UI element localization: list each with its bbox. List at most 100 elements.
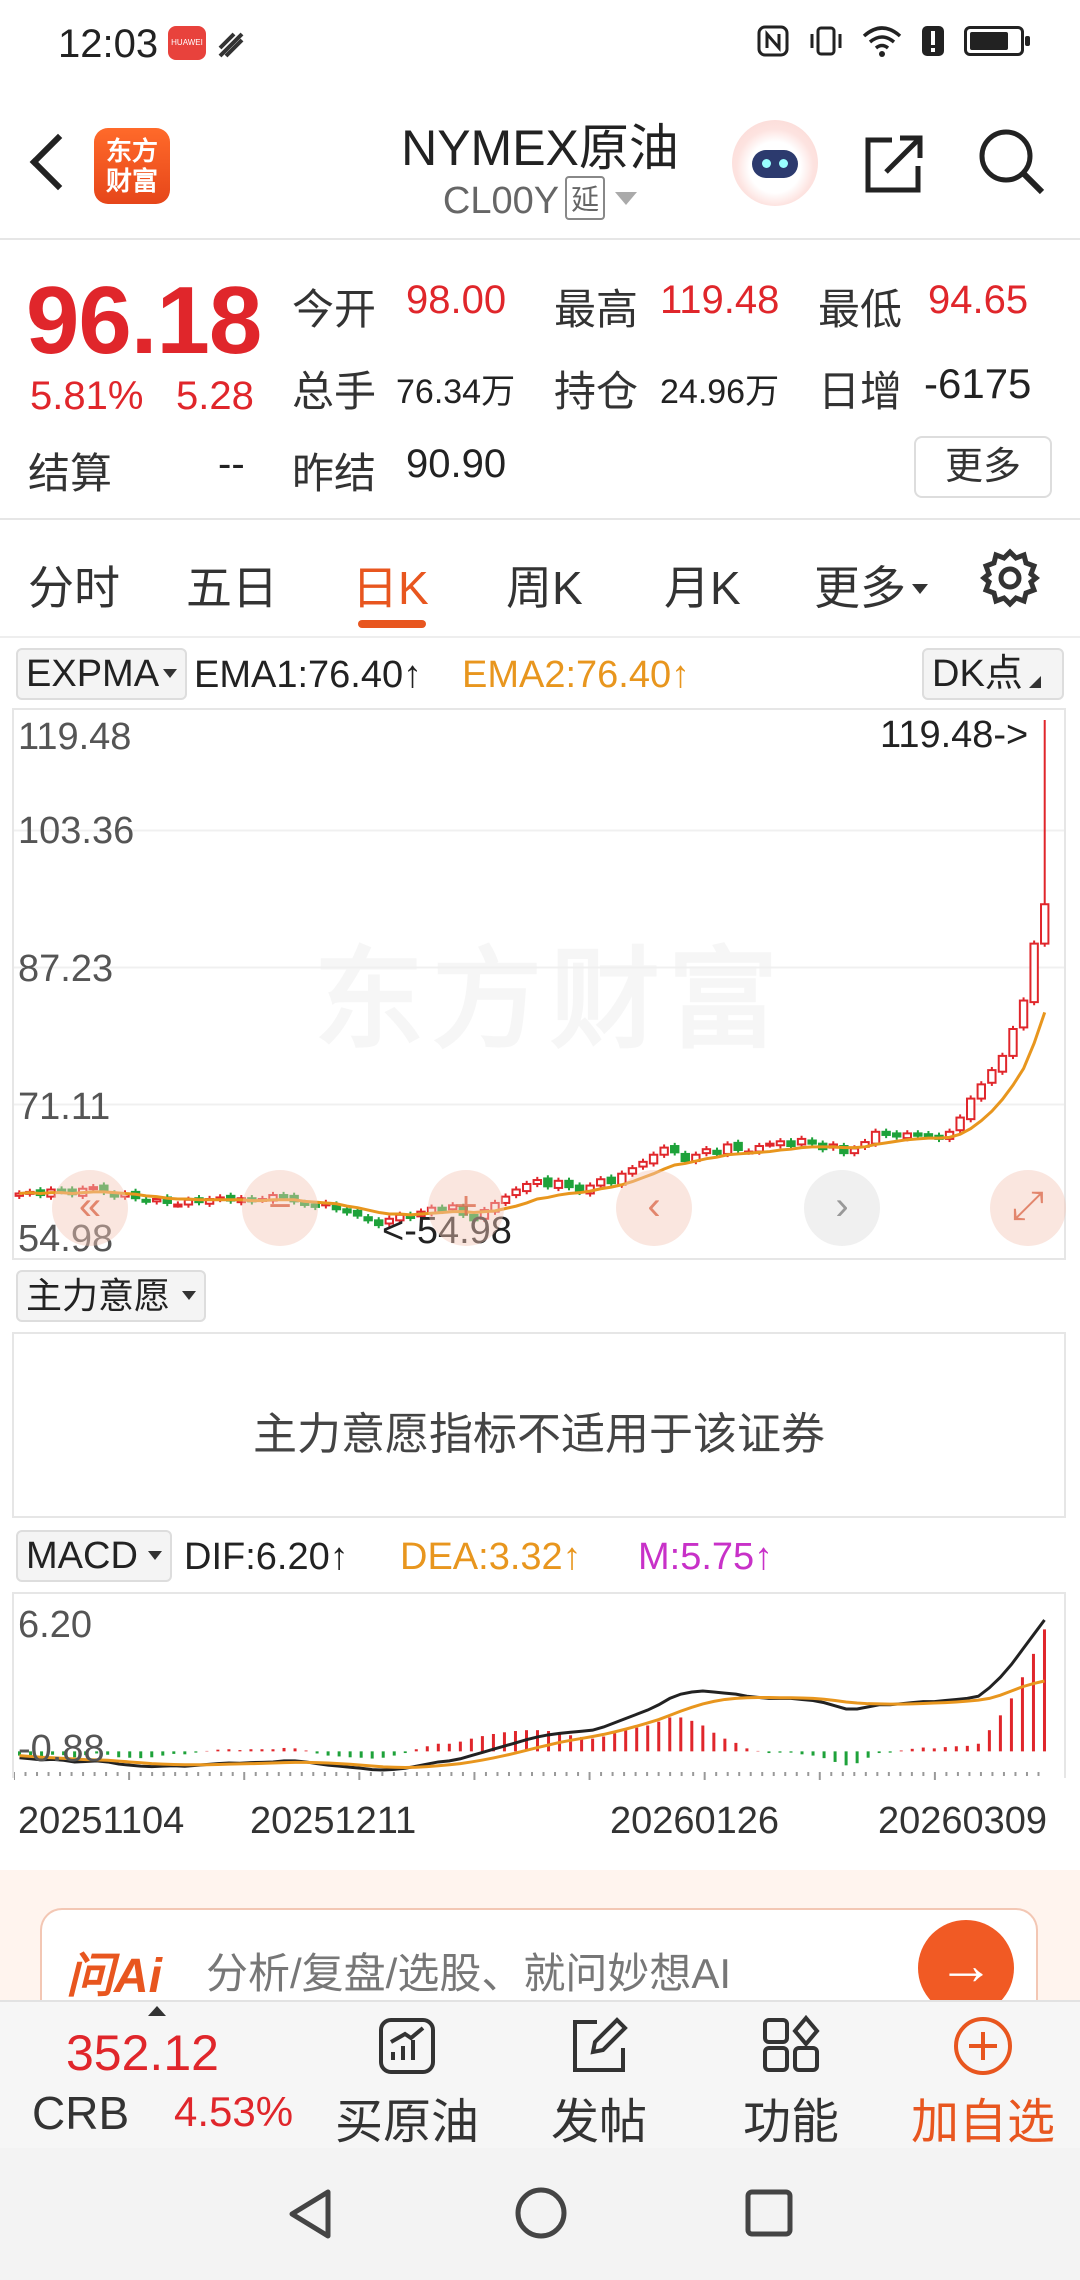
functions-button[interactable]: 功能	[706, 2002, 876, 2150]
change-percent: 5.81%	[30, 374, 144, 418]
candle-body	[701, 1148, 712, 1155]
kline-chart[interactable]: 东方财富 119.48 103.36 87.23 71.11 54.98 119…	[12, 708, 1066, 1260]
notification-icon	[218, 32, 244, 58]
tab-intraday[interactable]: 分时	[28, 552, 120, 618]
nav-recents-icon[interactable]	[744, 2188, 794, 2238]
candle-body	[976, 1083, 986, 1100]
caret-up-icon	[148, 2006, 166, 2016]
chevron-down-icon	[615, 192, 638, 205]
gear-icon[interactable]	[978, 546, 1042, 610]
post-label: 发帖	[550, 2096, 647, 2149]
zoom-out-button[interactable]: −	[242, 1170, 318, 1246]
candle-body	[543, 1177, 553, 1188]
candle-body	[923, 1133, 934, 1138]
caret-down-icon	[182, 1291, 197, 1300]
macd-selector[interactable]: MACD	[16, 1530, 172, 1582]
nav-back-icon[interactable]	[284, 2186, 334, 2242]
macd-y-tick-2: -0.88	[18, 1728, 105, 1770]
tab-monthly-k[interactable]: 月K	[664, 552, 741, 618]
more-quote-button[interactable]: 更多	[914, 436, 1052, 498]
change-amount: 5.28	[176, 374, 254, 418]
grid-icon	[763, 2014, 820, 2072]
open-interest-label: 持仓	[554, 368, 639, 415]
high-label: 最高	[554, 286, 639, 333]
back-button[interactable]	[22, 128, 82, 198]
huawei-badge-icon: HUAWEI	[168, 26, 206, 60]
candle-body	[913, 1132, 923, 1137]
date-tick-3: 20260126	[610, 1800, 780, 1842]
main-indicator-selector[interactable]: EXPMA	[16, 648, 188, 700]
crb-value: 352.12	[66, 2025, 219, 2081]
contract-selector[interactable]: CL00Y 延	[340, 176, 740, 223]
sub-indicator-selector[interactable]: 主力意愿	[16, 1270, 207, 1322]
wifi-icon	[862, 26, 902, 57]
macd-indicator-bar: MACD DIF:6.20↑ DEA:3.32↑ M:5.75↑	[16, 1530, 1066, 1586]
candle-body	[522, 1182, 532, 1193]
eastmoney-logo[interactable]: 东方 财富	[94, 128, 170, 204]
ai-robot-icon[interactable]	[732, 120, 818, 206]
dea-value: DEA:3.32↑	[400, 1536, 582, 1578]
candle-body	[997, 1054, 1008, 1073]
ai-search-placeholder: 分析/复盘/选股、就问妙想AI	[206, 1950, 732, 1997]
scroll-right-button[interactable]: ›	[804, 1170, 880, 1246]
crb-name: CRB	[32, 2087, 130, 2139]
y-tick-2: 103.36	[18, 810, 135, 852]
add-watchlist-button[interactable]: 加自选	[898, 2002, 1068, 2150]
date-tick-4: 20260309	[878, 1800, 1048, 1842]
vibrate-icon	[810, 26, 842, 56]
plus-circle-icon	[954, 2017, 1012, 2075]
macd-y-tick-1: 6.20	[18, 1604, 92, 1646]
candle-body	[775, 1140, 786, 1147]
scroll-left-fast-button[interactable]: «	[52, 1170, 128, 1246]
tab-five-day[interactable]: 五日	[186, 552, 278, 618]
add-watchlist-label: 加自选	[910, 2096, 1055, 2149]
max-marker: 119.48->	[880, 714, 1029, 756]
tab-weekly-k[interactable]: 周K	[506, 552, 583, 618]
dk-point-button[interactable]: DK点	[922, 648, 1064, 700]
chart-icon	[379, 2018, 435, 2074]
daily-increase-value: -6175	[924, 360, 1032, 407]
prev-settlement-value: 90.90	[406, 442, 507, 486]
fullscreen-button[interactable]: ⤢	[990, 1170, 1066, 1246]
candle-body	[352, 1209, 363, 1217]
volume-label: 总手	[292, 368, 377, 415]
sub-indicator-label: 主力意愿	[26, 1275, 171, 1316]
candle-body	[1040, 903, 1050, 945]
candle-body	[902, 1132, 912, 1140]
zoom-in-button[interactable]: +	[428, 1170, 504, 1246]
tab-more[interactable]: 更多	[814, 552, 928, 618]
candle-body	[670, 1145, 680, 1154]
nfc-icon	[757, 25, 789, 57]
functions-label: 功能	[742, 2096, 839, 2149]
buy-crude-button[interactable]: 买原油	[322, 2002, 492, 2150]
y-tick-3: 87.23	[18, 948, 114, 990]
last-price: 96.18	[26, 267, 262, 374]
candle-body	[659, 1146, 669, 1156]
open-label: 今开	[292, 286, 377, 333]
macd-chart[interactable]: 6.20 -0.88	[12, 1592, 1066, 1780]
share-icon[interactable]	[862, 130, 928, 196]
main-indicator-label: EXPMA	[26, 653, 160, 695]
candle-body	[342, 1208, 352, 1214]
tab-more-label: 更多	[814, 562, 906, 614]
tab-daily-k[interactable]: 日K	[352, 552, 429, 618]
candle-body	[712, 1149, 722, 1155]
candle-body	[363, 1216, 373, 1222]
status-bar: 12:03 HUAWEI	[0, 0, 1080, 90]
nav-home-icon[interactable]	[514, 2186, 568, 2240]
main-indicator-bar: EXPMA EMA1:76.40↑ EMA2:76.40↑ DK点	[16, 648, 1066, 704]
settlement-label: 结算	[28, 450, 113, 497]
candle-body	[648, 1153, 659, 1165]
candle-body	[870, 1130, 881, 1145]
scroll-left-button[interactable]: ‹	[616, 1170, 692, 1246]
active-tab-indicator	[358, 620, 426, 628]
caret-down-icon	[147, 1551, 162, 1560]
post-button[interactable]: 发帖	[514, 2002, 684, 2150]
candle-body	[796, 1137, 807, 1146]
search-icon[interactable]	[976, 126, 1046, 196]
promo-area: 问Ai 分析/复盘/选股、就问妙想AI →	[0, 1870, 1080, 2018]
low-label: 最低	[818, 286, 903, 333]
ema2-line	[19, 1011, 1047, 1217]
candle-body	[173, 1203, 183, 1208]
low-value: 94.65	[928, 278, 1029, 322]
